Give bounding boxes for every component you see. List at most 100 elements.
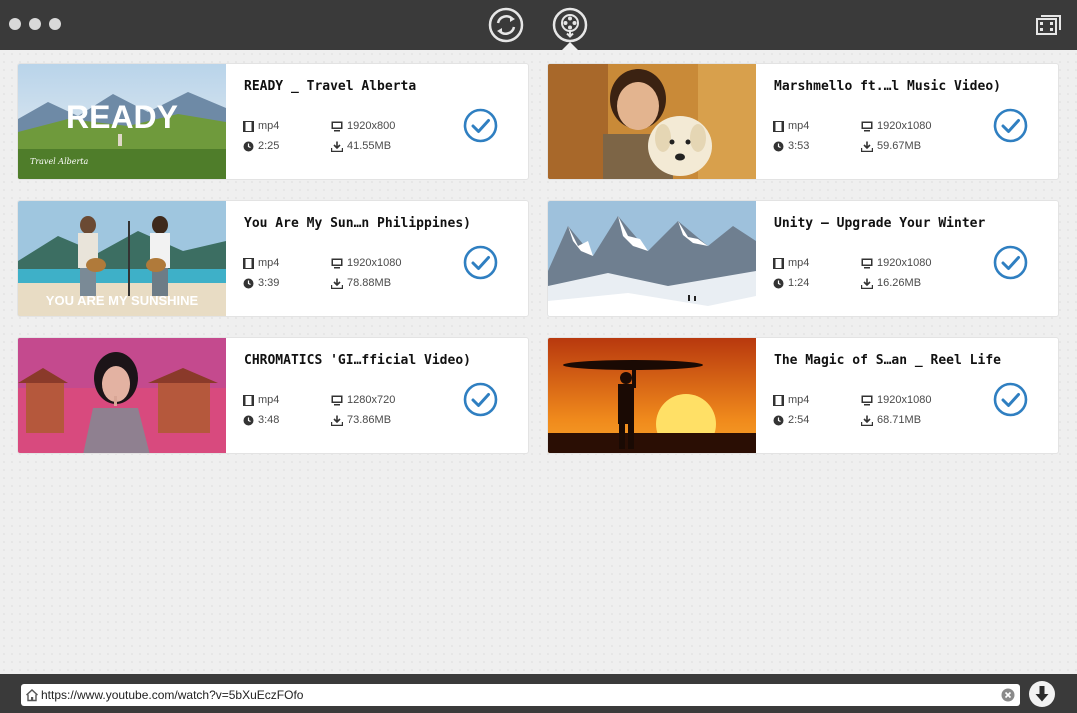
video-size: 59.67MB xyxy=(861,140,921,152)
download-icon xyxy=(331,278,343,289)
url-input[interactable] xyxy=(41,686,996,704)
video-size-value: 68.71MB xyxy=(877,414,922,426)
video-format-value: mp4 xyxy=(258,394,280,406)
video-resolution-value: 1920x1080 xyxy=(877,257,932,269)
video-duration-value: 3:39 xyxy=(258,277,280,289)
film-icon xyxy=(243,257,254,269)
check-circle-icon xyxy=(993,245,1028,280)
video-title: Marshmello ft.…l Music Video) xyxy=(774,79,1001,94)
home-icon[interactable] xyxy=(25,688,39,702)
window-minimize-button[interactable] xyxy=(29,18,41,30)
video-format: mp4 xyxy=(243,257,279,269)
clock-icon xyxy=(773,278,784,288)
monitor-icon xyxy=(861,121,873,131)
monitor-icon xyxy=(861,395,873,405)
video-resolution: 1920x1080 xyxy=(861,257,931,269)
download-icon xyxy=(861,141,873,152)
video-thumbnail xyxy=(548,201,756,316)
video-format: mp4 xyxy=(773,257,809,269)
video-format-value: mp4 xyxy=(258,257,280,269)
check-circle-icon xyxy=(993,108,1028,143)
film-icon xyxy=(243,120,254,132)
film-icon xyxy=(773,394,784,406)
window-zoom-button[interactable] xyxy=(49,18,61,30)
download-icon xyxy=(861,415,873,426)
video-format-value: mp4 xyxy=(788,120,810,132)
video-resolution-value: 1920x1080 xyxy=(877,394,932,406)
video-card[interactable]: Marshmello ft.…l Music Video) mp4 1920x1… xyxy=(547,63,1059,180)
thumbnail-logo-text: Travel Alberta xyxy=(30,157,89,166)
video-title: The Magic of S…an _ Reel Life xyxy=(774,353,1001,368)
video-duration: 2:25 xyxy=(243,140,279,152)
check-circle-icon xyxy=(463,245,498,280)
clear-icon[interactable] xyxy=(1001,688,1015,702)
video-card[interactable]: READY Travel Alberta READY _ Travel Albe… xyxy=(17,63,529,180)
video-size-value: 41.55MB xyxy=(347,140,392,152)
video-resolution: 1920x800 xyxy=(331,120,395,132)
download-arrow-icon[interactable] xyxy=(1028,680,1056,708)
film-icon xyxy=(243,394,254,406)
video-title: Unity – Upgrade Your Winter xyxy=(774,216,986,231)
video-thumbnail xyxy=(18,338,226,453)
video-format: mp4 xyxy=(773,394,809,406)
video-size-value: 59.67MB xyxy=(877,140,922,152)
download-icon xyxy=(331,415,343,426)
video-format-value: mp4 xyxy=(258,120,280,132)
download-icon xyxy=(331,141,343,152)
monitor-icon xyxy=(331,258,343,268)
video-title: READY _ Travel Alberta xyxy=(244,79,417,94)
video-format-value: mp4 xyxy=(788,257,810,269)
clock-icon xyxy=(243,415,254,425)
video-title: You Are My Sun…n Philippines) xyxy=(244,216,471,231)
active-mode-indicator xyxy=(562,42,578,50)
video-card[interactable]: Unity – Upgrade Your Winter mp4 1920x108… xyxy=(547,200,1059,317)
thumbnail-title-text: READY xyxy=(66,99,178,135)
film-icon xyxy=(773,120,784,132)
video-size-value: 16.26MB xyxy=(877,277,922,289)
video-duration: 3:39 xyxy=(243,277,279,289)
video-thumbnail: YOU ARE MY SUNSHINE xyxy=(18,201,226,316)
url-field[interactable] xyxy=(21,684,1020,706)
clock-icon xyxy=(243,278,254,288)
video-resolution-value: 1920x1080 xyxy=(877,120,932,132)
window-close-button[interactable] xyxy=(9,18,21,30)
video-card[interactable]: The Magic of S…an _ Reel Life mp4 1920x1… xyxy=(547,337,1059,454)
video-size: 16.26MB xyxy=(861,277,921,289)
clock-icon xyxy=(773,141,784,151)
video-thumbnail: READY Travel Alberta xyxy=(18,64,226,179)
video-duration-value: 1:24 xyxy=(788,277,810,289)
video-resolution: 1280x720 xyxy=(331,394,395,406)
film-library-icon[interactable] xyxy=(1035,14,1063,38)
film-download-icon[interactable] xyxy=(552,7,588,43)
video-size: 78.88MB xyxy=(331,277,391,289)
video-duration-value: 2:25 xyxy=(258,140,280,152)
video-thumbnail xyxy=(548,338,756,453)
video-format-value: mp4 xyxy=(788,394,810,406)
video-duration-value: 2:54 xyxy=(788,414,810,426)
title-bar xyxy=(0,0,1077,50)
video-format: mp4 xyxy=(773,120,809,132)
refresh-cycle-icon[interactable] xyxy=(488,7,524,43)
video-resolution: 1920x1080 xyxy=(331,257,401,269)
check-circle-icon xyxy=(463,108,498,143)
check-circle-icon xyxy=(993,382,1028,417)
video-duration-value: 3:53 xyxy=(788,140,810,152)
film-icon xyxy=(773,257,784,269)
clock-icon xyxy=(773,415,784,425)
video-resolution-value: 1280x720 xyxy=(347,394,396,406)
video-size: 68.71MB xyxy=(861,414,921,426)
video-duration-value: 3:48 xyxy=(258,414,280,426)
video-format: mp4 xyxy=(243,120,279,132)
monitor-icon xyxy=(331,395,343,405)
check-circle-icon xyxy=(463,382,498,417)
video-duration: 1:24 xyxy=(773,277,809,289)
monitor-icon xyxy=(331,121,343,131)
video-resolution-value: 1920x800 xyxy=(347,120,396,132)
video-size: 41.55MB xyxy=(331,140,391,152)
video-card[interactable]: CHROMATICS 'GI…fficial Video) mp4 1280x7… xyxy=(17,337,529,454)
video-duration: 3:48 xyxy=(243,414,279,426)
video-resolution: 1920x1080 xyxy=(861,120,931,132)
video-card[interactable]: YOU ARE MY SUNSHINE You Are My Sun…n Phi… xyxy=(17,200,529,317)
video-resolution: 1920x1080 xyxy=(861,394,931,406)
video-duration: 3:53 xyxy=(773,140,809,152)
